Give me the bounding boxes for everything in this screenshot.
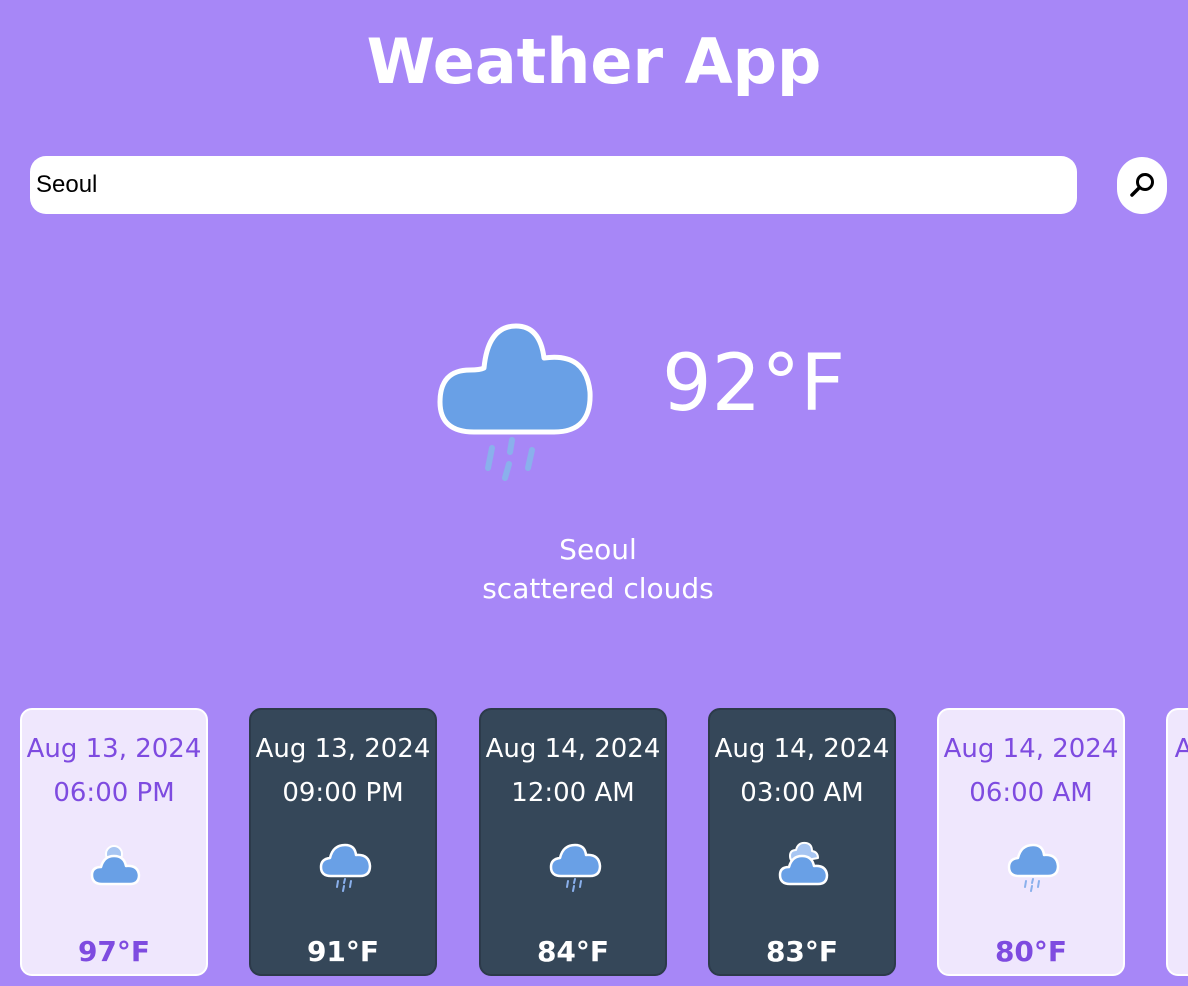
forecast-date: Aug 14, 2024 — [485, 734, 661, 764]
forecast-time: 06:00 AM — [969, 778, 1093, 808]
current-temperature: 92°F — [662, 339, 846, 429]
forecast-time: 06:00 PM — [53, 778, 175, 808]
search-button[interactable] — [1117, 157, 1167, 214]
forecast-time: 09:00 PM — [282, 778, 404, 808]
forecast-temperature: 91°F — [306, 935, 380, 968]
forecast-date: Aug 14, 2024 — [714, 734, 890, 764]
sun-cloud-icon — [90, 845, 141, 886]
forecast-card: Aug 14, 2024 12:00 AM 84°F — [479, 708, 667, 976]
forecast-card: Aug 14, 2024 03:00 AM 83°F — [708, 708, 896, 976]
current-city: Seoul — [559, 533, 637, 566]
clouds-icon — [778, 841, 829, 886]
rain-cloud-icon — [319, 843, 372, 892]
forecast-date: Aug 13, 2024 — [26, 734, 202, 764]
forecast-date: Aug 14, 2024 — [943, 734, 1119, 764]
search-icon — [1130, 172, 1154, 197]
forecast-card: Aug 14, 2024 06:00 AM 80°F — [937, 708, 1125, 976]
forecast-date: Aug 13, 2024 — [255, 734, 431, 764]
forecast-temperature: 83°F — [765, 935, 839, 968]
app-title: Weather App — [366, 25, 822, 98]
forecast-temperature: 97°F — [77, 935, 151, 968]
search-input[interactable] — [30, 156, 1077, 214]
rain-cloud-icon — [1007, 843, 1060, 892]
rain-cloud-icon — [437, 323, 593, 481]
forecast-date: Aug 14, 2024 — [1168, 732, 1188, 766]
forecast-temperature: 80°F — [994, 935, 1068, 968]
rain-cloud-icon — [549, 843, 602, 892]
forecast-time: 03:00 AM — [740, 778, 864, 808]
current-description: scattered clouds — [482, 572, 714, 605]
forecast-card: Aug 13, 2024 06:00 PM 97°F — [20, 708, 208, 976]
forecast-card: Aug 13, 2024 09:00 PM 91°F — [249, 708, 437, 976]
forecast-time: 12:00 AM — [511, 778, 635, 808]
forecast-card: Aug 14, 2024 — [1166, 708, 1188, 976]
weather-app: Weather App 92°F Seoul scattered clouds … — [0, 0, 1188, 986]
forecast-temperature: 84°F — [536, 935, 610, 968]
